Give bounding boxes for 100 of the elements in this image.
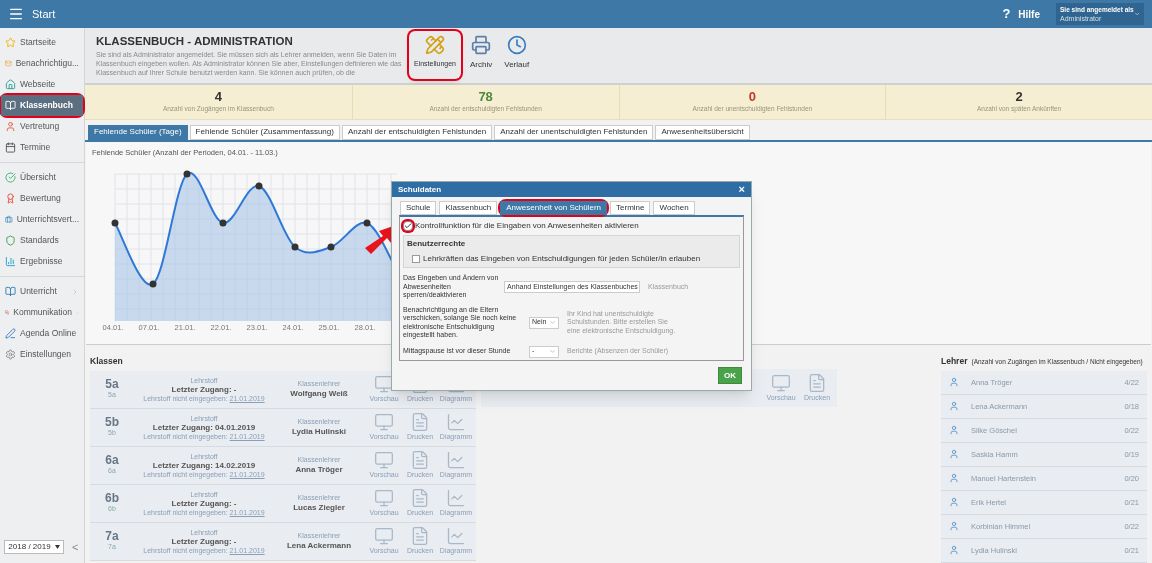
last-entry: Letzter Zugang: - (170, 499, 238, 508)
tab[interactable]: Klassenbuch (439, 201, 498, 215)
book-icon (5, 286, 16, 297)
class-name: 5a (104, 378, 120, 391)
person-icon (949, 401, 959, 412)
bar-chart-icon (5, 256, 16, 267)
sidebar-item[interactable]: Startseite (1, 32, 83, 53)
tab[interactable]: Anwesenheit von Schülern (500, 201, 607, 215)
toolbar-button[interactable]: Verlauf (501, 31, 533, 79)
last-entry: Letzter Zugang: - (170, 537, 238, 546)
sidebar-item[interactable]: Kommunikation (1, 302, 83, 323)
checkbox-label: Lehrkräften das Eingeben von Entschuldigungen für jeden Schüler/in erlauben (423, 253, 701, 265)
printer-icon (471, 35, 492, 55)
pencil-ruler-icon (425, 35, 445, 55)
tab[interactable]: Anzahl der unentschuldigten Fehlstunden (494, 124, 654, 140)
person-icon (949, 377, 959, 388)
sidebar-item[interactable]: Benachrichtigu... (1, 53, 83, 74)
teacher-name: Lucas Ziegler (292, 503, 346, 514)
data-point (363, 219, 371, 227)
document-icon (410, 488, 430, 509)
data-point (219, 219, 227, 227)
caret-icon (1133, 10, 1140, 18)
tab[interactable]: Fehlende Schüler (Tage) (88, 124, 188, 140)
stat-value: 0 (748, 89, 756, 105)
line-chart-icon (446, 450, 466, 471)
tab[interactable]: Anzahl der entschuldigten Fehlstunden (341, 124, 493, 140)
document-icon (410, 526, 430, 547)
dialog-title: Schuldaten (398, 183, 442, 196)
line-chart-icon (446, 412, 466, 433)
award-icon (5, 193, 16, 204)
dropdown-arrow-icon (54, 544, 60, 549)
page-title: KLASSENBUCH - ADMINISTRATION (96, 34, 294, 49)
sidebar-item[interactable]: Agenda Online (1, 323, 83, 344)
checkbox-label: Kontrollfunktion für die Eingaben von Anwesenheiten aktivieren (415, 220, 639, 232)
envelope-icon (5, 58, 12, 69)
sidebar-item[interactable]: Webseite (1, 74, 83, 95)
ok-button[interactable]: OK (718, 367, 742, 384)
sidebar-item[interactable]: Unterricht (1, 281, 83, 302)
chat-bubbles-icon (5, 307, 10, 318)
sidebar-item[interactable]: Termine (1, 137, 83, 158)
start-label[interactable]: Start (32, 5, 56, 23)
data-point (291, 243, 299, 251)
teacher-name: Anna Tröger (294, 465, 344, 476)
tab[interactable]: Schule (400, 201, 437, 215)
caret-icon (549, 319, 556, 326)
shield-icon (5, 235, 16, 246)
menu-icon[interactable] (8, 6, 24, 22)
stat-value: 4 (214, 89, 222, 105)
line-chart-icon (446, 488, 466, 509)
sidebar-item[interactable]: Klassenbuch (1, 95, 83, 116)
settings-icon (5, 349, 16, 360)
chevron-icon (71, 287, 79, 296)
data-point (255, 182, 263, 190)
caret-icon (549, 348, 556, 355)
house-icon (5, 79, 16, 90)
sidebar-item[interactable]: Übersicht (1, 167, 83, 188)
checkbox[interactable] (403, 221, 413, 231)
star-icon (5, 37, 16, 48)
toolbar-button[interactable]: Archiv (467, 31, 496, 79)
person-icon (949, 473, 959, 484)
check-icon (404, 222, 412, 230)
section-title: Klassen (90, 355, 124, 368)
year-select[interactable]: 2018 / 2019 (4, 539, 64, 554)
sidebar-item[interactable]: Standards (1, 230, 83, 251)
tab[interactable]: Fehlende Schüler (Zusammenfassung) (189, 124, 340, 140)
class-name: 5b (104, 416, 120, 429)
person-icon (949, 425, 959, 436)
teacher-name: Wolfgang Weiß (289, 389, 349, 400)
data-point (111, 219, 119, 227)
help-link[interactable]: Hilfe (1018, 6, 1040, 22)
class-name: 6b (104, 492, 120, 505)
sidebar-item[interactable]: Vertretung (1, 116, 83, 137)
last-entry: Letzter Zugang: - (170, 385, 238, 394)
tab[interactable]: Termine (610, 201, 651, 215)
person-icon (949, 497, 959, 508)
sidebar-item[interactable]: Unterrichtsvert... (1, 209, 83, 230)
briefcase-icon (5, 214, 13, 225)
class-name: 6a (104, 454, 120, 467)
stat-value: 2 (1015, 89, 1023, 105)
data-point (183, 170, 191, 178)
collapse-button[interactable]: < (72, 538, 79, 555)
sidebar-item[interactable]: Bewertung (1, 188, 83, 209)
clock-icon (506, 35, 527, 55)
document-icon (807, 373, 827, 393)
monitor-icon (374, 412, 394, 433)
monitor-icon (374, 526, 394, 547)
sidebar-item[interactable]: Ergebnisse (1, 251, 83, 272)
monitor-icon (374, 374, 394, 395)
sidebar-item[interactable]: Einstellungen (1, 344, 83, 365)
tab[interactable]: Wochen (653, 201, 695, 215)
close-button[interactable]: × (738, 181, 745, 198)
person-icon (5, 121, 16, 132)
tab[interactable]: Anwesenheitsübersicht (655, 124, 750, 140)
checkbox[interactable] (412, 255, 420, 263)
class-name: 7a (104, 530, 120, 543)
book-icon (5, 100, 16, 111)
help-mark[interactable]: ? (1002, 4, 1011, 24)
data-point (327, 243, 335, 251)
document-icon (410, 412, 430, 433)
stat-value: 78 (478, 89, 493, 105)
